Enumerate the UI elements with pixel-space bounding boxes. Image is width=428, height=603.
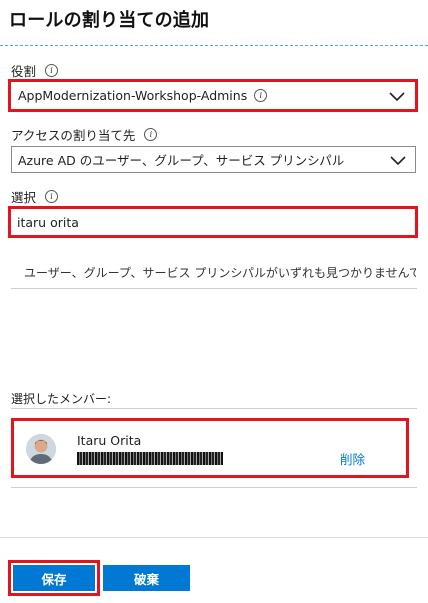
page-title: ロールの割り当ての追加 <box>9 10 210 31</box>
save-button[interactable]: 保存 <box>13 565 95 591</box>
chevron-down-icon <box>390 155 406 165</box>
info-icon[interactable]: i <box>45 64 59 77</box>
member-name: Itaru Orita <box>77 433 142 448</box>
avatar-photo-icon <box>26 434 56 464</box>
info-icon[interactable]: i <box>45 190 59 203</box>
assign-to-select-value: Azure AD のユーザー、グループ、サービス プリンシパル <box>18 153 345 168</box>
role-label-row: 役割 i <box>11 61 59 80</box>
avatar <box>26 434 56 464</box>
info-icon[interactable]: i <box>144 128 158 141</box>
selected-members-label: 選択したメンバー: <box>11 392 112 406</box>
result-divider <box>11 288 417 289</box>
footer-divider <box>0 537 428 538</box>
header-divider <box>0 45 428 46</box>
chevron-down-icon <box>389 91 405 101</box>
assign-to-label-row: アクセスの割り当て先 i <box>11 125 158 144</box>
member-list-divider <box>11 487 417 488</box>
select-label: 選択 <box>11 190 37 205</box>
member-email-redacted <box>77 452 223 465</box>
remove-member-link[interactable]: 削除 <box>340 449 365 468</box>
role-select[interactable]: AppModernization-Workshop-Admins i <box>11 82 415 109</box>
role-label: 役割 <box>11 64 37 79</box>
info-icon[interactable]: i <box>254 89 268 102</box>
select-search-input-value: itaru orita <box>17 214 79 230</box>
select-label-row: 選択 i <box>11 187 59 206</box>
no-results-message: ユーザー、グループ、サービス プリンシパルがいずれも見つかりませんでし... <box>24 266 416 280</box>
select-search-input[interactable]: itaru orita <box>11 209 415 235</box>
discard-button[interactable]: 破棄 <box>103 565 190 591</box>
selected-members-divider <box>11 408 417 409</box>
role-select-value: AppModernization-Workshop-Admins <box>18 88 248 103</box>
assign-to-label: アクセスの割り当て先 <box>11 128 136 143</box>
selected-member-highlight <box>11 418 409 478</box>
assign-to-select[interactable]: Azure AD のユーザー、グループ、サービス プリンシパル <box>11 146 416 173</box>
